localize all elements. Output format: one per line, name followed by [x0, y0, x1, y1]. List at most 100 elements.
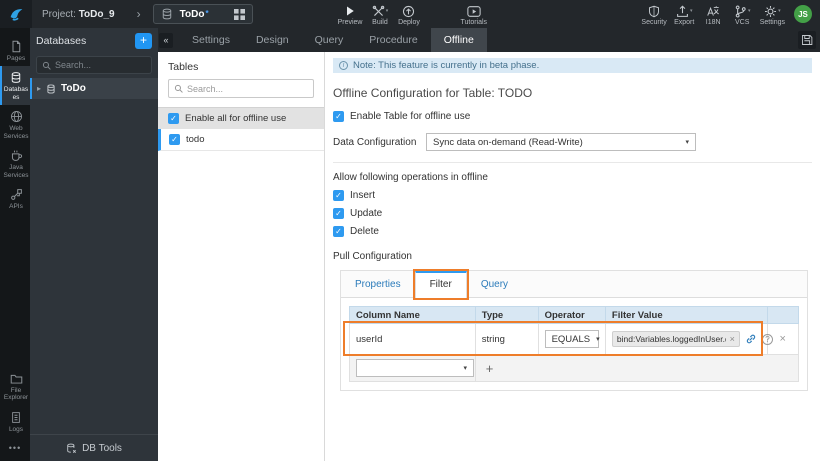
tab-title: ToDo* — [179, 8, 209, 20]
tab-settings[interactable]: Settings — [179, 28, 243, 52]
enable-all-row[interactable]: ✓ Enable all for offline use — [158, 107, 324, 129]
wavemaker-studio: Project: ToDo_9 › ToDo* Preview ▾ Build … — [0, 0, 820, 461]
caret-down-icon: ▾ — [385, 8, 389, 14]
settings-button[interactable]: ▾ Settings — [757, 3, 788, 26]
header-actions-left: Preview ▾ Build Deploy Tutorials — [335, 3, 491, 26]
vcs-button[interactable]: ▾ VCS — [728, 3, 757, 26]
video-icon — [467, 5, 481, 18]
checkbox-checked-icon[interactable]: ✓ — [333, 111, 344, 122]
caret-down-icon: ▾ — [463, 365, 467, 372]
section-divider — [333, 162, 812, 163]
add-filter-row: ▾ + — [349, 354, 800, 382]
database-icon — [46, 83, 56, 94]
pull-config-tabs: Properties Filter Query — [341, 269, 807, 300]
tables-panel-title: Tables — [168, 61, 199, 73]
tutorials-button[interactable]: Tutorials — [457, 3, 490, 26]
gear-icon: ▾ — [764, 5, 781, 18]
deploy-button[interactable]: Deploy — [394, 3, 423, 26]
db-tools-button[interactable]: DB Tools — [30, 434, 158, 461]
coffee-icon — [10, 149, 23, 162]
delete-checkbox-row[interactable]: ✓ Delete — [333, 226, 812, 237]
checkbox-checked-icon[interactable]: ✓ — [333, 190, 344, 201]
tab-filter-query[interactable]: Query — [467, 271, 522, 297]
column-header: Filter Value — [604, 306, 768, 324]
offline-config-main: i Note: This feature is currently in bet… — [325, 52, 820, 461]
top-header-bar: Project: ToDo_9 › ToDo* Preview ▾ Build … — [0, 0, 820, 28]
more-options-icon[interactable]: ••• — [0, 437, 30, 461]
rail-item-pages[interactable]: Pages — [0, 35, 30, 66]
update-checkbox-row[interactable]: ✓ Update — [333, 208, 812, 219]
preview-button[interactable]: Preview — [335, 3, 366, 26]
databases-search[interactable] — [36, 56, 152, 74]
search-icon — [42, 61, 51, 70]
rail-item-web-services[interactable]: Web Services — [0, 105, 30, 144]
insert-checkbox-row[interactable]: ✓ Insert — [333, 190, 812, 201]
export-icon: ▾ — [676, 4, 692, 18]
bind-expression-chip[interactable]: bind:Variables.loggedInUser.data × — [611, 331, 740, 347]
table-row-todo[interactable]: ✓ todo — [158, 129, 324, 151]
data-configuration-select[interactable]: Sync data on-demand (Read-Write) ▾ — [426, 133, 696, 151]
rail-item-java-services[interactable]: Java Services — [0, 144, 30, 183]
tab-procedure[interactable]: Procedure — [356, 28, 430, 52]
rail-item-apis[interactable]: APIs — [0, 183, 30, 214]
delete-row-icon[interactable]: × — [774, 333, 792, 345]
export-button[interactable]: ▾ Export — [670, 3, 699, 26]
grid-view-icon[interactable] — [233, 8, 245, 20]
wavemaker-logo-icon[interactable] — [0, 0, 32, 28]
open-database-tab[interactable]: ToDo* — [152, 4, 253, 24]
database-tree-item-todo[interactable]: ▸ ToDo — [30, 78, 158, 99]
translate-icon — [706, 5, 720, 18]
collapse-panel-button[interactable]: « — [159, 32, 173, 48]
checkbox-checked-icon[interactable]: ✓ — [169, 134, 180, 145]
rail-item-logs[interactable]: Logs — [0, 406, 30, 437]
databases-panel-title: Databases — [36, 34, 87, 47]
filter-column-name-cell[interactable]: userId — [349, 323, 476, 355]
help-icon[interactable]: ? — [761, 333, 773, 345]
filter-value-cell: bind:Variables.loggedInUser.data × ? — [604, 323, 773, 355]
play-icon — [344, 5, 356, 18]
i18n-button[interactable]: I18N — [699, 3, 728, 26]
checkbox-checked-icon[interactable]: ✓ — [168, 113, 179, 124]
cloud-upload-icon — [402, 5, 415, 18]
checkbox-checked-icon[interactable]: ✓ — [333, 226, 344, 237]
caret-down-icon: ▾ — [747, 8, 751, 14]
filter-row-userid: userId string EQUALS ▾ bind:Variables.lo… — [349, 323, 800, 355]
add-filter-cell: + — [475, 354, 800, 382]
tab-query[interactable]: Query — [302, 28, 357, 52]
rail-item-databases[interactable]: Databases — [0, 66, 30, 106]
beta-note-bar: i Note: This feature is currently in bet… — [333, 58, 812, 73]
tab-filter[interactable]: Filter — [412, 269, 469, 300]
filter-operator-cell: EQUALS ▾ — [537, 323, 606, 355]
security-button[interactable]: Security — [638, 3, 669, 26]
add-filter-button[interactable]: + — [482, 361, 494, 376]
column-header: Column Name — [349, 306, 476, 324]
data-configuration-row: Data Configuration Sync data on-demand (… — [333, 133, 812, 151]
save-button[interactable] — [798, 31, 816, 49]
checkbox-checked-icon[interactable]: ✓ — [333, 208, 344, 219]
tab-design[interactable]: Design — [243, 28, 302, 52]
user-avatar[interactable]: JS — [794, 5, 812, 23]
caret-down-icon: ▾ — [778, 8, 781, 14]
build-button[interactable]: ▾ Build — [365, 3, 394, 26]
document-icon — [10, 411, 22, 424]
filter-table: Column Name Type Operator Filter Value u… — [349, 306, 800, 382]
expand-caret-icon[interactable]: ▸ — [37, 84, 41, 93]
databases-search-input[interactable] — [55, 60, 146, 70]
bind-link-icon[interactable] — [745, 333, 757, 345]
new-column-select[interactable]: ▾ — [356, 359, 474, 377]
operator-select[interactable]: EQUALS ▾ — [544, 330, 600, 348]
info-icon: i — [339, 61, 348, 70]
add-database-button[interactable]: + — [135, 32, 152, 49]
header-actions-right: Security ▾ Export I18N ▾ VCS ▾ Settings — [638, 3, 788, 26]
chevron-right-icon: › — [136, 7, 141, 21]
tables-search[interactable] — [168, 79, 314, 98]
enable-table-checkbox-row[interactable]: ✓ Enable Table for offline use — [333, 111, 812, 122]
tab-properties[interactable]: Properties — [341, 271, 415, 297]
remove-binding-icon[interactable]: × — [730, 334, 735, 344]
column-header — [766, 306, 800, 324]
tables-search-input[interactable] — [187, 83, 308, 94]
tab-offline[interactable]: Offline — [430, 28, 487, 52]
db-tools-icon — [66, 443, 77, 454]
pull-configuration-label: Pull Configuration — [333, 251, 412, 262]
rail-item-file-explorer[interactable]: File Explorer — [0, 368, 30, 406]
